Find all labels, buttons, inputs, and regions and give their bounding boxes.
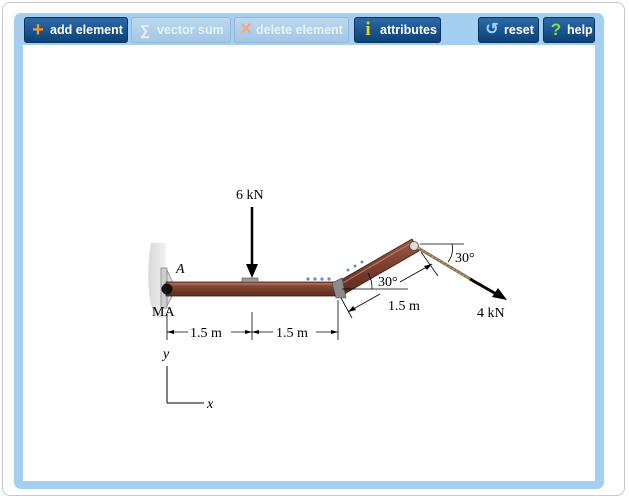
load-plate bbox=[241, 277, 259, 283]
force-arrow-4kn bbox=[469, 277, 499, 297]
label-dim-1: 1.5 m bbox=[190, 326, 222, 341]
label-moment-a: MA bbox=[152, 305, 175, 320]
label-axis-y: y bbox=[161, 347, 170, 362]
label-angle-cable: 30° bbox=[455, 251, 475, 266]
label-6kn: 6 kN bbox=[236, 188, 264, 203]
beam-diagram: 4 kN 6 kN 30° 30° A MA 1.5 m 1.5 m 1.5 m… bbox=[148, 188, 507, 412]
force-arrowhead-4kn bbox=[492, 288, 507, 300]
label-angle-beam: 30° bbox=[378, 275, 398, 290]
label-4kn: 4 kN bbox=[477, 306, 505, 321]
label-a: A bbox=[175, 262, 185, 277]
angle-arc-cable bbox=[447, 243, 453, 263]
incline-highlight bbox=[335, 241, 414, 288]
bolts bbox=[306, 277, 331, 281]
label-dim-3: 1.5 m bbox=[388, 299, 420, 314]
label-dim-2: 1.5 m bbox=[276, 326, 308, 341]
pin-a bbox=[161, 283, 173, 295]
force-arrowhead-6kn bbox=[246, 264, 258, 278]
label-axis-x: x bbox=[206, 397, 214, 412]
inclined-beam bbox=[333, 238, 420, 297]
cable-pin bbox=[409, 241, 419, 251]
